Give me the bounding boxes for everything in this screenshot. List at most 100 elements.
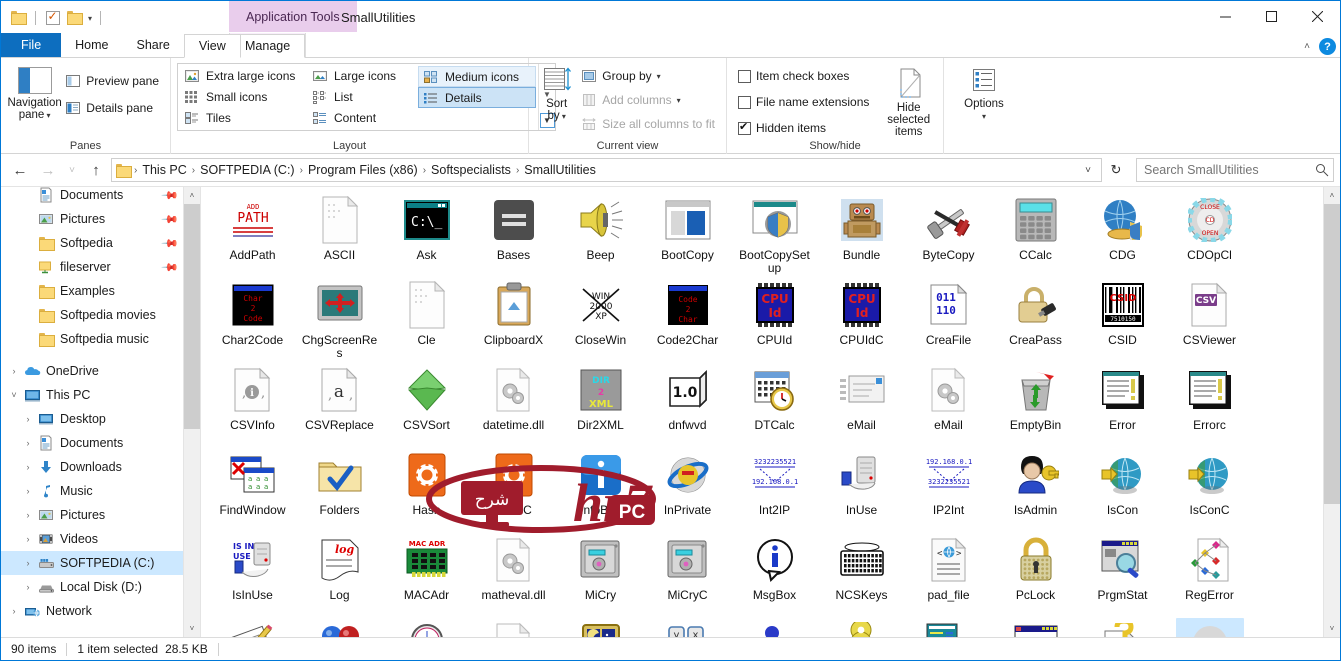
layout-tiles[interactable]: Tiles	[180, 107, 308, 128]
navigation-pane-button[interactable]: Navigation pane ▾	[7, 63, 62, 122]
hidden-items-option[interactable]: Hidden items	[735, 118, 874, 138]
file-item[interactable]: Error	[1079, 361, 1166, 446]
nav-item-desktop[interactable]: › Desktop	[1, 407, 183, 431]
file-item[interactable]: CSID 7510150 CSID	[1079, 276, 1166, 361]
file-item[interactable]: MiCry	[557, 531, 644, 616]
file-name-extensions-checkbox[interactable]	[738, 95, 751, 109]
file-item[interactable]: DTCalc	[731, 361, 818, 446]
layout-extra-large-icons[interactable]: Extra large icons	[180, 66, 308, 87]
sort-by-button[interactable]: Sort by ▾	[535, 63, 578, 123]
nav-item-downloads[interactable]: › Downloads	[1, 455, 183, 479]
expander-icon[interactable]: ›	[19, 462, 37, 472]
file-item[interactable]: a a a a a a FindWindow	[209, 446, 296, 531]
expander-icon[interactable]: ˅	[5, 390, 23, 400]
file-item[interactable]: 3232235521 192.168.0.1 Int2IP	[731, 446, 818, 531]
layout-list[interactable]: List	[308, 87, 418, 108]
file-item[interactable]: eMail	[818, 361, 905, 446]
nav-item-this-pc[interactable]: ˅ This PC	[1, 383, 183, 407]
file-item[interactable]: IsAdmin	[992, 446, 1079, 531]
file-item[interactable]: PcLock	[992, 531, 1079, 616]
file-item[interactable]: Cle	[383, 276, 470, 361]
file-item[interactable]: Errorc	[1166, 361, 1253, 446]
file-item[interactable]	[992, 616, 1079, 637]
nav-item-documents-qa[interactable]: Documents 📌	[1, 187, 183, 207]
file-list-view[interactable]: ADD PATH AddPath ASCII C:\_ Ask Bases Beep BootC…	[201, 187, 1340, 637]
tab-file[interactable]: File	[1, 33, 62, 57]
nav-item-examples-qa[interactable]: Examples	[1, 279, 183, 303]
file-item[interactable]: matheval.dll	[470, 531, 557, 616]
file-item[interactable]: IS IN USE IsInUse	[209, 531, 296, 616]
tab-manage[interactable]: Manage	[230, 34, 306, 58]
group-by-button[interactable]: Group by ▾	[578, 66, 720, 86]
file-item[interactable]: i,, CSVInfo	[209, 361, 296, 446]
file-item[interactable]: log Log	[296, 531, 383, 616]
search-box[interactable]	[1136, 158, 1334, 182]
refresh-button[interactable]: ↻	[1104, 158, 1128, 182]
layout-details[interactable]: Details	[418, 87, 536, 108]
file-item[interactable]: RGB	[296, 616, 383, 637]
nav-item-documents[interactable]: › Documents	[1, 431, 183, 455]
file-item[interactable]: eMail	[905, 361, 992, 446]
checkbox-properties-icon[interactable]	[44, 9, 61, 26]
nav-item-softpedia-qa[interactable]: Softpedia 📌	[1, 231, 183, 255]
file-item[interactable]: MAC ADR MACAdr	[383, 531, 470, 616]
expander-icon[interactable]: ›	[19, 438, 37, 448]
file-item[interactable]: ByteCopy	[905, 191, 992, 276]
help-icon[interactable]: ?	[1319, 38, 1336, 55]
scroll-up-icon[interactable]: ˄	[183, 187, 200, 204]
layout-small-icons[interactable]: Small icons	[180, 87, 308, 108]
file-item[interactable]: ASCII	[296, 191, 383, 276]
breadcrumb-dropdown-icon[interactable]: ˅	[1077, 165, 1099, 176]
file-item[interactable]: a,, CSVReplace	[296, 361, 383, 446]
file-item[interactable]: SFDT	[818, 616, 905, 637]
file-item[interactable]: CCalc	[992, 191, 1079, 276]
file-item[interactable]: ClipboardX	[470, 276, 557, 361]
tab-share[interactable]: Share	[123, 33, 184, 57]
search-input[interactable]	[1144, 163, 1315, 177]
nav-item-onedrive[interactable]: › OneDrive	[1, 359, 183, 383]
hide-selected-items-button[interactable]: Hide selected items	[880, 63, 937, 138]
expander-icon[interactable]: ›	[19, 414, 37, 424]
expander-icon[interactable]: ›	[19, 534, 37, 544]
file-item[interactable]: InfoBox	[557, 446, 644, 531]
pin-icon[interactable]: 📌	[161, 187, 180, 204]
details-pane-button[interactable]: Details pane	[62, 98, 164, 118]
file-item[interactable]: 192.168.0.1 3232235521 IP2Int	[905, 446, 992, 531]
scrollbar-track[interactable]	[1323, 204, 1340, 620]
pin-icon[interactable]: 📌	[161, 234, 180, 252]
file-item[interactable]: WIN 2000 XP CloseWin	[557, 276, 644, 361]
expander-icon[interactable]: ›	[5, 606, 23, 616]
file-item[interactable]: RunLater	[470, 616, 557, 637]
item-check-boxes-checkbox[interactable]	[738, 69, 751, 83]
layout-large-icons[interactable]: Large icons	[308, 66, 418, 87]
preview-pane-button[interactable]: Preview pane	[62, 71, 164, 91]
file-item[interactable]: RegError	[1166, 531, 1253, 616]
new-folder-icon[interactable]	[66, 9, 83, 26]
file-item[interactable]: C:\_ Ask	[383, 191, 470, 276]
file-item[interactable]: CLOSE CD OPEN CDOpCl	[1166, 191, 1253, 276]
expander-icon[interactable]: ›	[19, 486, 37, 496]
nav-item-softpedia-music-qa[interactable]: Softpedia music	[1, 327, 183, 351]
file-item[interactable]: PrgmStat	[1079, 531, 1166, 616]
file-item[interactable]: Series	[731, 616, 818, 637]
scroll-down-icon[interactable]: ˅	[1323, 620, 1340, 637]
file-item[interactable]: Char 2 Code Char2Code	[209, 276, 296, 361]
file-item[interactable]: Code 2 Char Code2Char	[644, 276, 731, 361]
options-button[interactable]: Options ▾	[951, 63, 1017, 123]
minimize-button[interactable]	[1202, 1, 1248, 32]
file-item[interactable]: ChgScreenRes	[296, 276, 383, 361]
file-item[interactable]: < > pad_file	[905, 531, 992, 616]
layout-medium-icons[interactable]: Medium icons	[418, 66, 536, 87]
file-list-scrollbar[interactable]: ˄ ˅	[1323, 187, 1340, 637]
file-item[interactable]: 011 110 CreaFile	[905, 276, 992, 361]
file-item[interactable]: InUse	[818, 446, 905, 531]
file-item[interactable]: Go	[1166, 616, 1253, 637]
folder-icon[interactable]	[10, 9, 27, 26]
file-item[interactable]: Folders	[296, 446, 383, 531]
expander-icon[interactable]: ›	[19, 582, 37, 592]
scrollbar-track[interactable]	[183, 204, 200, 620]
navigation-scrollbar[interactable]: ˄ ˅	[183, 187, 200, 637]
file-item[interactable]: Bundle	[818, 191, 905, 276]
nav-item-softpedia-movies-qa[interactable]: Softpedia movies	[1, 303, 183, 327]
recent-locations-button[interactable]: ˅	[63, 158, 81, 182]
